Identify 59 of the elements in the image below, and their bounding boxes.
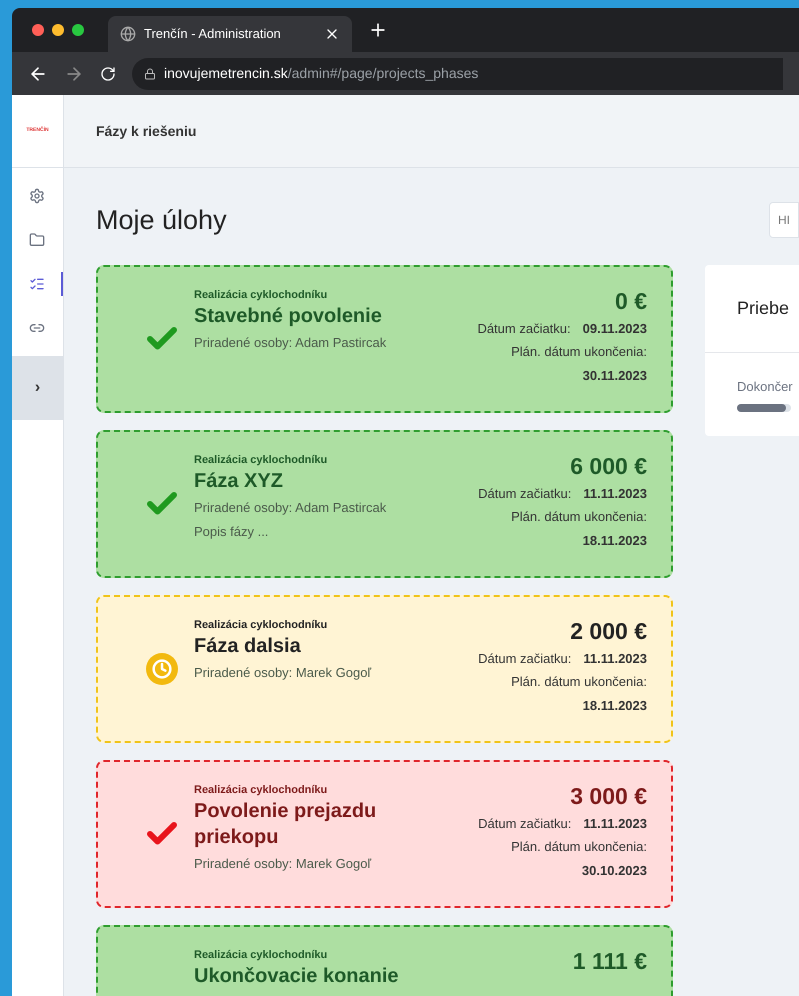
assigned-persons: Priradené osoby: Marek Gogoľ bbox=[194, 855, 372, 873]
start-date: 11.11.2023 bbox=[583, 814, 647, 832]
task-description: Popis fázy ... bbox=[194, 522, 270, 541]
globe-icon bbox=[120, 26, 136, 42]
browser-tab[interactable]: Trenčín - Administration bbox=[108, 16, 352, 52]
task-card[interactable]: Realizácia cyklochodníku Fáza dalsia Priradené osoby: Marek Gogoľ 2 000 € Dátum začiatku: 11.11.2023 Plán. dátum ukončenia: 18.11.2023 bbox=[96, 594, 673, 742]
task-card[interactable]: Realizácia cyklochodníku Fáza XYZ Priradené osoby: Adam Pastircak Popis fázy ... 6 000 € Dátum začiatku: 11.11.2023 Plán. dátum ukončenia: 18.11.2023 bbox=[96, 430, 673, 578]
task-card[interactable]: Realizácia cyklochodníku Ukončovacie konanie 1 111 € bbox=[96, 924, 673, 996]
task-title: Fáza XYZ bbox=[194, 469, 284, 494]
task-title: Fáza dalsia bbox=[194, 634, 302, 659]
end-date: 18.11.2023 bbox=[582, 532, 647, 550]
project-name: Realizácia cyklochodníku bbox=[194, 618, 328, 632]
close-window-button[interactable] bbox=[32, 24, 44, 36]
start-date: 11.11.2023 bbox=[583, 650, 647, 668]
end-date-label: Plán. dátum ukončenia: bbox=[511, 343, 647, 361]
task-card[interactable]: Realizácia cyklochodníku Povolenie prejazdu priekopu Priradené osoby: Marek Gogoľ 3 000 € Dátum začiatku: 11.11.2023 Plán. dátum ukončenia: 30.10.2023 bbox=[96, 760, 673, 908]
start-date: 09.11.2023 bbox=[582, 320, 647, 338]
project-name: Realizácia cyklochodníku bbox=[194, 452, 328, 468]
task-title: Stavebné povolenie bbox=[194, 304, 383, 329]
project-name: Realizácia cyklochodníku bbox=[194, 948, 328, 962]
panel-title: Priebe bbox=[737, 296, 790, 320]
end-date-label: Plán. dátum ukončenia: bbox=[511, 673, 647, 691]
end-date: 30.11.2023 bbox=[582, 366, 647, 384]
end-date-label: Plán. dátum ukončenia: bbox=[511, 508, 647, 526]
amount: 3 000 € bbox=[570, 782, 647, 810]
amount: 6 000 € bbox=[570, 452, 647, 480]
gear-icon[interactable] bbox=[28, 188, 44, 204]
maximize-window-button[interactable] bbox=[72, 24, 84, 36]
project-name: Realizácia cyklochodníku bbox=[194, 782, 328, 798]
filter-button[interactable]: HI bbox=[769, 202, 799, 238]
assigned-persons: Priradené osoby: Adam Pastircak bbox=[194, 499, 388, 517]
page-header-title: Fázy k riešeniu bbox=[96, 122, 196, 141]
end-date-label: Plán. dátum ukončenia: bbox=[511, 838, 647, 856]
reload-icon[interactable] bbox=[100, 66, 116, 82]
progress-label: Dokončer bbox=[737, 378, 791, 396]
start-date-label: Dátum začiatku: bbox=[478, 484, 572, 502]
amount: 0 € bbox=[615, 286, 647, 314]
end-date: 18.11.2023 bbox=[582, 696, 647, 714]
start-date-label: Dátum začiatku: bbox=[478, 650, 572, 668]
task-card[interactable]: Realizácia cyklochodníku Stavebné povolenie Priradené osoby: Adam Pastircak 0 € Dátum začiatku: 09.11.2023 Plán. dátum ukončenia: 30.11.2023 bbox=[96, 264, 673, 412]
minimize-window-button[interactable] bbox=[52, 24, 64, 36]
project-name: Realizácia cyklochodníku bbox=[194, 288, 328, 302]
start-date-label: Dátum začiatku: bbox=[478, 814, 572, 832]
lock-icon bbox=[144, 68, 156, 80]
start-date: 11.11.2023 bbox=[583, 484, 647, 502]
clock-icon bbox=[146, 652, 178, 684]
assigned-persons: Priradené osoby: Marek Gogoľ bbox=[194, 664, 372, 682]
checklist-icon[interactable] bbox=[28, 276, 44, 292]
start-date-label: Dátum začiatku: bbox=[477, 320, 571, 338]
task-title: Ukončovacie konanie bbox=[194, 964, 400, 989]
expand-sidebar-button[interactable]: › bbox=[12, 356, 63, 420]
page-title: Moje úlohy bbox=[96, 204, 227, 237]
end-date: 30.10.2023 bbox=[582, 862, 647, 880]
folder-icon[interactable] bbox=[28, 232, 44, 248]
assigned-persons: Priradené osoby: Adam Pastircak bbox=[194, 334, 388, 352]
task-title: Povolenie prejazdu priekopu bbox=[194, 799, 378, 850]
amount: 2 000 € bbox=[570, 616, 647, 644]
address-bar[interactable]: inovujemetrencin.sk/admin#/page/projects_phases bbox=[132, 58, 783, 90]
amount: 1 111 € bbox=[572, 946, 647, 974]
